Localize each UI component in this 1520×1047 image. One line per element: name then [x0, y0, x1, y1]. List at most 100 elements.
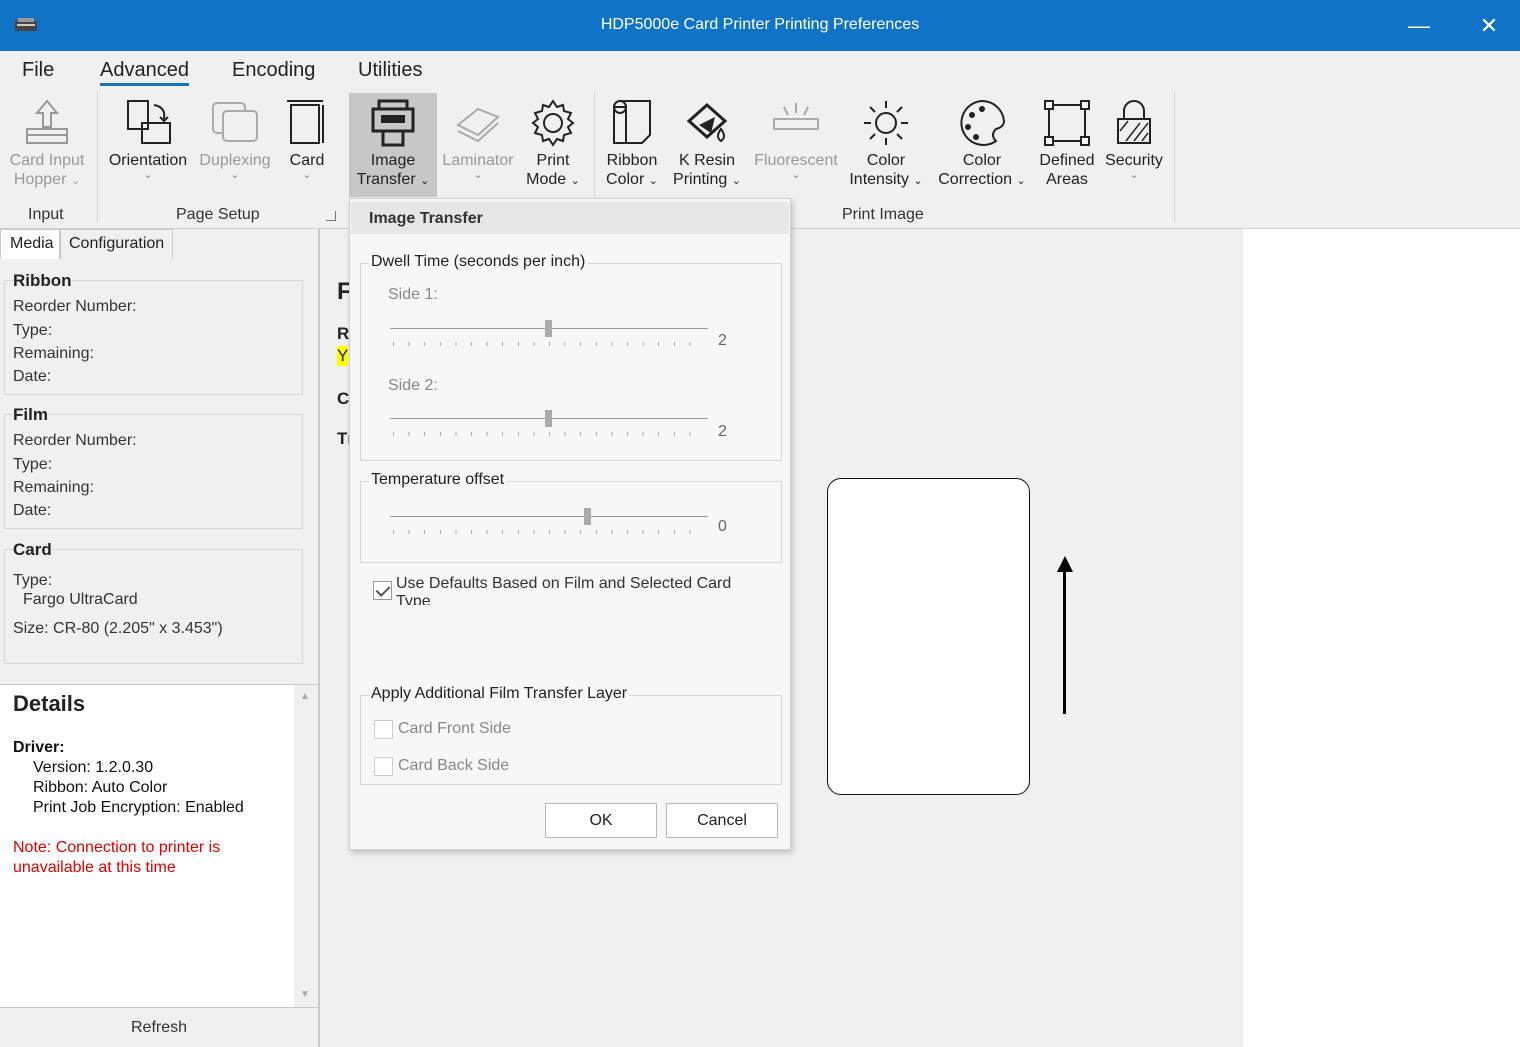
temperature-group: Temperature offset 0	[360, 471, 782, 563]
security-label: Security	[1105, 152, 1163, 169]
side2-slider[interactable]	[390, 410, 708, 436]
chevron-down-icon: ⌄	[302, 169, 312, 181]
ribbon-color-label-2: Color	[606, 171, 645, 188]
minimize-button[interactable]: —	[1390, 0, 1448, 51]
temperature-label: Temperature offset	[369, 471, 507, 489]
use-defaults-checkbox[interactable]	[373, 581, 392, 600]
chevron-down-icon: ⌄	[420, 175, 430, 187]
fluorescent-button[interactable]: Fluorescent ⌄	[752, 93, 840, 197]
chevron-down-icon: ⌄	[1016, 175, 1026, 187]
card-input-hopper-label-2: Hopper	[13, 171, 67, 188]
card-group-title: Card	[13, 540, 52, 560]
group-label-page-setup: Page Setup	[176, 206, 260, 223]
image-transfer-button[interactable]: Image Transfer ⌄	[349, 93, 437, 197]
film-date-label: Date:	[13, 502, 52, 519]
details-ribbon: Ribbon: Auto Color	[33, 779, 168, 796]
laminator-icon	[456, 107, 500, 143]
temperature-value: 0	[718, 518, 727, 535]
tab-configuration[interactable]: Configuration	[60, 229, 173, 259]
menu-bar: File Advanced Encoding Utilities	[0, 51, 1520, 91]
temperature-slider[interactable]	[390, 508, 708, 534]
card-button[interactable]: Card ⌄	[280, 93, 334, 197]
details-title: Details	[13, 691, 86, 716]
image-transfer-label-2: Transfer	[356, 171, 416, 188]
dwell-time-label: Dwell Time (seconds per inch)	[369, 253, 588, 271]
card-back-side-label: Card Back Side	[398, 757, 510, 774]
card-icon	[287, 100, 324, 144]
group-separator	[97, 91, 98, 223]
gear-icon	[531, 99, 575, 147]
orientation-button[interactable]: Orientation ⌄	[106, 93, 190, 197]
menu-file[interactable]: File	[22, 59, 54, 82]
use-defaults-label-line-2: Type	[396, 593, 431, 605]
film-transfer-layer-label: Apply Additional Film Transfer Layer	[369, 685, 630, 703]
defined-areas-button[interactable]: Defined Areas	[1036, 93, 1098, 197]
tab-media[interactable]: Media	[0, 229, 60, 259]
card-preview	[827, 478, 1030, 795]
k-resin-label-2: Printing	[673, 171, 728, 188]
card-type-label: Type:	[13, 572, 53, 589]
card-size-label: Size: CR-80 (2.205" x 3.453")	[13, 620, 223, 637]
card-front-side-checkbox[interactable]	[374, 720, 393, 739]
ok-button[interactable]: OK	[545, 803, 657, 838]
details-encryption: Print Job Encryption: Enabled	[33, 799, 244, 816]
use-defaults-label-line-1: Use Defaults Based on Film and Selected …	[396, 575, 732, 592]
k-resin-icon	[686, 102, 728, 143]
side1-value: 2	[718, 332, 727, 349]
cancel-button[interactable]: Cancel	[666, 803, 778, 838]
dialog-launcher-icon[interactable]	[326, 211, 336, 221]
left-panel: Media Configuration Ribbon Reorder Numbe…	[0, 229, 320, 1047]
chevron-down-icon: ⌄	[913, 175, 923, 187]
image-transfer-popup: Image Transfer Dwell Time (seconds per i…	[349, 198, 791, 850]
film-group-title: Film	[13, 405, 48, 425]
card-input-hopper-button[interactable]: Card Input Hopper ⌄	[4, 93, 90, 197]
details-panel: Details Driver: Version: 1.2.0.30 Ribbon…	[0, 684, 318, 1008]
film-reorder-label: Reorder Number:	[13, 432, 137, 449]
chevron-down-icon: ⌄	[791, 169, 801, 181]
hopper-icon	[26, 99, 68, 144]
laminator-label: Laminator	[442, 152, 514, 169]
laminator-button[interactable]: Laminator ⌄	[440, 93, 516, 197]
lock-icon	[1117, 100, 1151, 144]
menu-advanced[interactable]: Advanced	[100, 59, 189, 86]
film-group: Film Reorder Number: Type: Remaining: Da…	[4, 405, 303, 529]
temperature-slider-thumb[interactable]	[584, 508, 591, 525]
close-button[interactable]: ✕	[1460, 0, 1518, 51]
scroll-down-icon[interactable]: ▼	[300, 989, 310, 1000]
ribbon-reorder-label: Reorder Number:	[13, 298, 137, 315]
chevron-down-icon: ⌄	[1129, 169, 1139, 181]
duplexing-button[interactable]: Duplexing ⌄	[196, 93, 274, 197]
ribbon-color-label-1: Ribbon	[606, 152, 658, 169]
chevron-down-icon: ⌄	[473, 169, 483, 181]
scroll-up-icon[interactable]: ▲	[300, 691, 310, 702]
side1-slider-thumb[interactable]	[545, 320, 552, 337]
details-note-line-2: unavailable at this time	[13, 859, 176, 876]
k-resin-printing-button[interactable]: K Resin Printing ⌄	[668, 93, 746, 197]
card-back-side-checkbox[interactable]	[374, 757, 393, 776]
menu-utilities[interactable]: Utilities	[358, 59, 422, 82]
color-intensity-button[interactable]: Color Intensity ⌄	[846, 93, 926, 197]
details-scrollbar[interactable]: ▲ ▼	[294, 685, 318, 1008]
film-transfer-layer-group: Apply Additional Film Transfer Layer Car…	[360, 685, 782, 785]
menu-encoding[interactable]: Encoding	[232, 59, 315, 82]
title-bar: HDP5000e Card Printer Printing Preferenc…	[0, 0, 1520, 51]
right-panel	[1243, 229, 1520, 1047]
orientation-label: Orientation	[108, 152, 188, 169]
ribbon-type-label: Type:	[13, 322, 53, 339]
print-mode-button[interactable]: Print Mode ⌄	[520, 93, 586, 197]
refresh-button[interactable]: Refresh	[0, 1007, 318, 1047]
color-correction-button[interactable]: Color Correction ⌄	[934, 93, 1030, 197]
defined-areas-label-2: Areas	[1046, 171, 1088, 188]
card-group: Card Type: Fargo UltraCard Size: CR-80 (…	[4, 540, 303, 664]
card-type-value: Fargo UltraCard	[23, 591, 138, 608]
film-remaining-label: Remaining:	[13, 479, 94, 496]
side1-slider[interactable]	[390, 320, 708, 346]
card-input-hopper-label-1: Card Input	[9, 152, 85, 169]
palette-icon	[960, 99, 1006, 146]
ribbon-color-button[interactable]: Ribbon Color ⌄	[600, 93, 664, 197]
security-button[interactable]: Security ⌄	[1102, 93, 1166, 197]
side2-slider-thumb[interactable]	[545, 410, 552, 427]
chevron-down-icon: ⌄	[70, 175, 81, 187]
card-front-side-label: Card Front Side	[398, 720, 511, 737]
defined-areas-label-1: Defined	[1039, 152, 1095, 169]
